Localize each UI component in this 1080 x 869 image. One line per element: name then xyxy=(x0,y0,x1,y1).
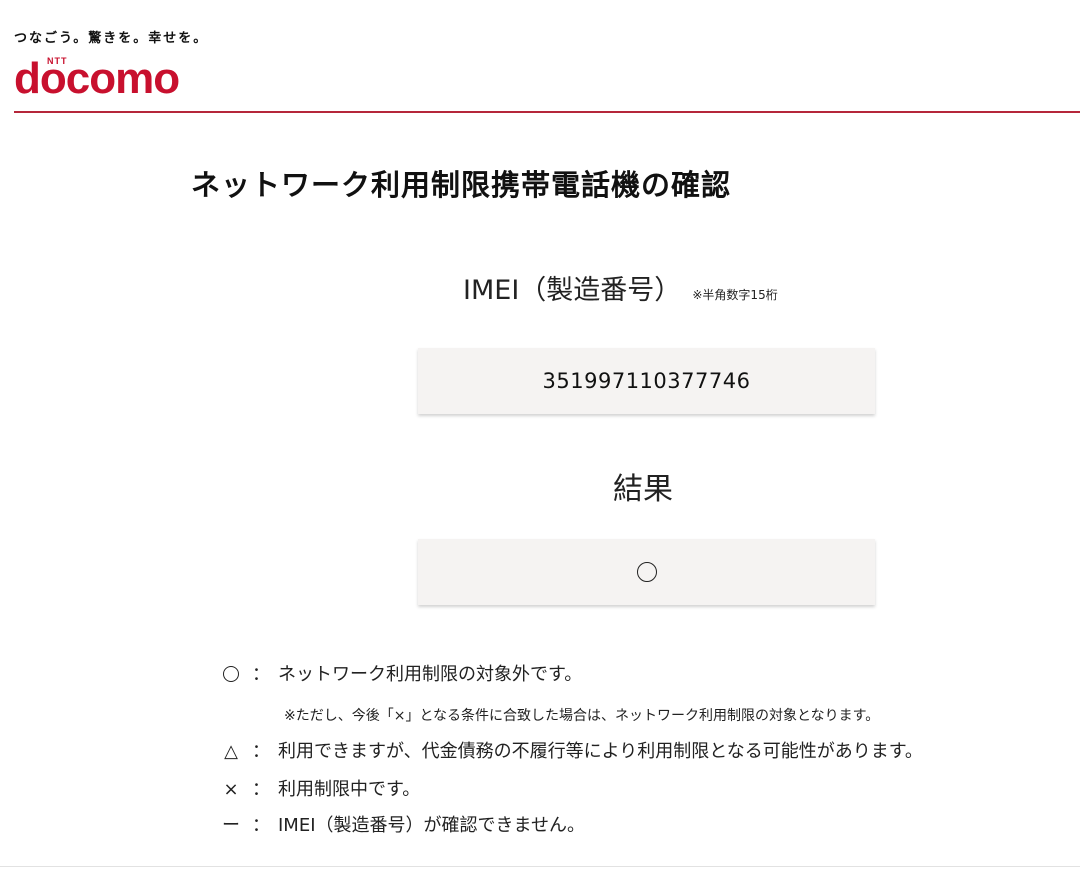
page-title: ネットワーク利用制限携帯電話機の確認 xyxy=(191,168,732,202)
legend-colon: ： xyxy=(252,815,270,836)
imei-format-note: ※半角数字15桁 xyxy=(692,288,778,302)
legend-symbol: △ xyxy=(224,741,238,762)
legend-text: IMEI（製造番号）が確認できません。 xyxy=(278,815,585,836)
legend-item-circle: ： ネットワーク利用制限の対象外です。 xyxy=(218,660,582,686)
result-field xyxy=(418,539,875,605)
legend-text: 利用制限中です。 xyxy=(278,779,421,800)
footer-divider xyxy=(0,866,1080,867)
legend-text: ネットワーク利用制限の対象外です。 xyxy=(278,664,583,685)
header-divider xyxy=(14,111,1080,113)
docomo-logo[interactable]: NTT docomo xyxy=(14,56,214,102)
docomo-wordmark: docomo xyxy=(14,54,180,103)
circle-icon xyxy=(636,562,657,582)
legend-symbol xyxy=(218,664,244,685)
legend-symbol: × xyxy=(223,779,239,800)
circle-icon xyxy=(223,666,239,682)
page: つなごう。驚きを。幸せを。 NTT docomo ネットワーク利用制限携帯電話機… xyxy=(0,0,1080,869)
legend-colon: ： xyxy=(252,741,270,762)
legend-colon: ： xyxy=(252,779,270,800)
legend-item-cross: × ： 利用制限中です。 xyxy=(218,775,420,801)
legend-text: 利用できますが、代金債務の不履行等により利用制限となる可能性があります。 xyxy=(278,741,923,762)
legend-colon: ： xyxy=(252,664,270,685)
legend-item-dash: ー ： IMEI（製造番号）が確認できません。 xyxy=(218,811,585,837)
brand-tagline: つなごう。驚きを。幸せを。 xyxy=(14,31,209,46)
legend-item-triangle: △ ： 利用できますが、代金債務の不履行等により利用制限となる可能性があります。 xyxy=(218,737,923,763)
result-label: 結果 xyxy=(613,472,673,507)
imei-value: 351997110377746 xyxy=(542,369,751,393)
imei-label: IMEI（製造番号） xyxy=(463,275,682,306)
site-header: つなごう。驚きを。幸せを。 NTT docomo xyxy=(0,0,1080,114)
imei-field[interactable]: 351997110377746 xyxy=(418,348,875,414)
imei-label-row: IMEI（製造番号） ※半角数字15桁 xyxy=(463,268,778,307)
legend-symbol: ー xyxy=(222,815,240,836)
legend-note: ※ただし、今後「×」となる条件に合致した場合は、ネットワーク利用制限の対象となり… xyxy=(284,708,880,724)
